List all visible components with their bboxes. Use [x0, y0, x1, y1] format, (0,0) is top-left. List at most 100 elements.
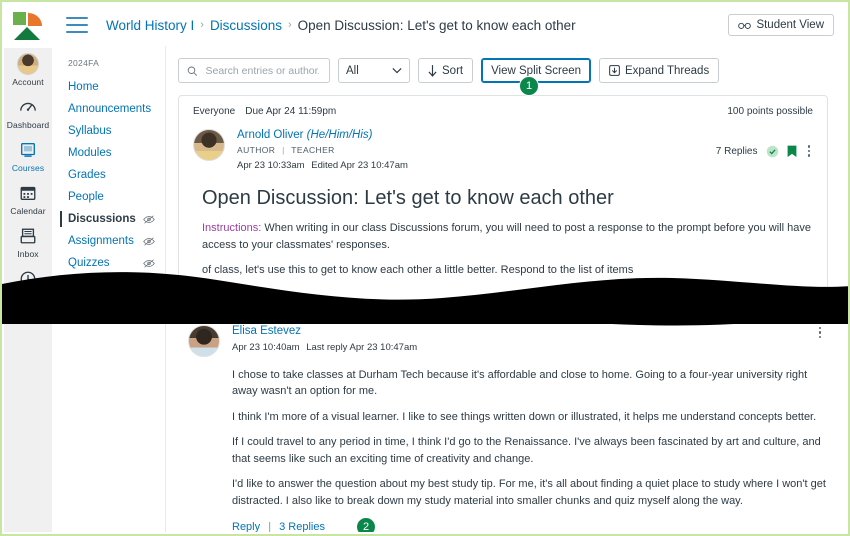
course-term: 2024FA	[68, 58, 100, 68]
posted-date: Apr 23 10:33am	[237, 160, 305, 171]
instructions-label: Instructions:	[202, 222, 262, 234]
sort-label: Sort	[442, 64, 464, 77]
avatar-icon	[17, 53, 39, 75]
due-date: Due Apr 24 11:59pm	[245, 106, 337, 117]
discussion-card: Everyone Due Apr 24 11:59pm 100 points p…	[178, 95, 828, 303]
reply-post: Elisa Estevez Apr 23 10:40am Last reply …	[188, 324, 828, 532]
check-circle-icon[interactable]	[766, 145, 779, 158]
replies-link[interactable]: 3 Replies	[279, 521, 325, 532]
gnav-item-dashboard[interactable]: Dashboard	[4, 91, 52, 134]
gnav-label-dashboard: Dashboard	[6, 120, 50, 130]
chevron-down-icon	[392, 68, 402, 74]
canvas-logo-icon	[13, 12, 42, 40]
reply-footer: Reply | 3 Replies 2	[232, 517, 828, 532]
reply-paragraph: I chose to take classes at Durham Tech b…	[232, 368, 808, 398]
breadcrumb-discussions[interactable]: Discussions	[210, 18, 282, 33]
gnav-item-account[interactable]: Account	[4, 48, 52, 91]
sidebar-item-home[interactable]: Home	[52, 76, 165, 98]
filter-value: All	[346, 64, 359, 77]
breadcrumb-current: Open Discussion: Let's get to know each …	[297, 17, 576, 33]
post-actions: 7 Replies	[716, 129, 813, 171]
gnav-label-calendar: Calendar	[10, 206, 46, 216]
sidebar-item-modules[interactable]: Modules	[52, 142, 165, 164]
gnav-label-account: Account	[12, 77, 44, 87]
sidebar-label-syllabus: Syllabus	[68, 125, 112, 137]
instructions-paragraph: Instructions: When writing in our class …	[202, 220, 813, 253]
sidebar-item-announcements[interactable]: Announcements	[52, 98, 165, 120]
gnav-item-history[interactable]: History	[4, 263, 52, 306]
annotation-badge-1: 1	[519, 76, 540, 96]
role-author: AUTHOR	[237, 145, 276, 155]
reply-separator: |	[268, 521, 272, 532]
discussion-body: Instructions: When writing in our class …	[202, 220, 813, 279]
replies-count: 7 Replies	[715, 145, 758, 157]
sidebar-label-quizzes: Quizzes	[68, 257, 110, 269]
gnav-label-courses: Courses	[11, 163, 45, 173]
bookmark-icon[interactable]	[787, 145, 797, 158]
sidebar-label-discussions: Discussions	[68, 213, 136, 225]
sidebar-item-grades[interactable]: Grades	[52, 164, 165, 186]
avatar	[193, 129, 225, 161]
breadcrumb: World History I › Discussions › Open Dis…	[106, 18, 576, 33]
view-split-screen-label: View Split Screen	[491, 64, 582, 77]
gnav-label-inbox: Inbox	[17, 249, 39, 259]
reply-author-name[interactable]: Elisa Estevez	[232, 325, 816, 337]
author-pronouns: (He/Him/His)	[306, 129, 373, 141]
hidden-eye-icon	[143, 214, 155, 224]
arrow-down-icon	[428, 64, 437, 77]
sidebar-label-grades: Grades	[68, 169, 106, 181]
course-navigation: 2024FA Home Announcements Syllabus Modul…	[52, 46, 166, 532]
sidebar-item-syllabus[interactable]: Syllabus	[52, 120, 165, 142]
sidebar-label-people: People	[68, 191, 104, 203]
search-input[interactable]	[203, 63, 321, 78]
reply-body: I chose to take classes at Durham Tech b…	[232, 367, 828, 510]
canvas-logo[interactable]	[4, 4, 52, 48]
sidebar-label-modules: Modules	[68, 147, 112, 159]
expand-icon	[609, 65, 620, 76]
post-header: Arnold Oliver (He/Him/His) AUTHOR | TEAC…	[193, 129, 813, 171]
breadcrumb-separator-2: ›	[287, 19, 292, 31]
glasses-icon	[738, 22, 752, 29]
sidebar-item-people[interactable]: People	[52, 186, 165, 208]
sidebar-item-discussions[interactable]: Discussions	[52, 208, 165, 230]
global-navigation: Account Dashboard Courses Calendar Inbox	[4, 4, 52, 532]
reply-paragraph: I'd like to answer the question about my…	[232, 478, 826, 507]
avatar	[188, 324, 220, 357]
assigned-to: Everyone	[193, 106, 236, 117]
reply-paragraph: If I could travel to any period in time,…	[232, 436, 821, 465]
sidebar-item-assignments[interactable]: Assignments	[52, 230, 165, 252]
hamburger-icon[interactable]	[66, 17, 88, 33]
reply-paragraph: I think I'm more of a visual learner. I …	[232, 410, 817, 423]
sidebar-item-quizzes[interactable]: Quizzes	[52, 252, 165, 274]
gnav-label-history: History	[14, 292, 42, 302]
instructions-text: When writing in our class Discussions fo…	[202, 222, 811, 251]
gnav-item-calendar[interactable]: Calendar	[4, 177, 52, 220]
main-content: All Sort View Split Screen 1 Expand Thre…	[166, 46, 846, 532]
gnav-item-courses[interactable]: Courses	[4, 134, 52, 177]
points-possible: 100 points possible	[727, 106, 813, 117]
search-field[interactable]	[178, 58, 330, 83]
student-view-button[interactable]: Student View	[728, 14, 834, 36]
breadcrumb-separator: ›	[200, 19, 204, 31]
sort-button[interactable]: Sort	[418, 58, 474, 83]
reply-button[interactable]: Reply	[232, 521, 260, 532]
post-timestamps: Apr 23 10:33am Edited Apr 23 10:47am	[237, 160, 716, 171]
app-window: Account Dashboard Courses Calendar Inbox	[0, 0, 850, 536]
annotation-badge-2: 2	[356, 517, 376, 532]
kebab-menu-icon[interactable]	[805, 143, 814, 159]
author-name[interactable]: Arnold Oliver (He/Him/His)	[237, 129, 716, 141]
reply-last-reply: Last reply Apr 23 10:47am	[306, 341, 418, 353]
inbox-icon	[17, 225, 39, 247]
search-icon	[187, 65, 198, 76]
gnav-item-inbox[interactable]: Inbox	[4, 220, 52, 263]
dashboard-icon	[17, 96, 39, 118]
sidebar-label-announcements: Announcements	[68, 103, 152, 115]
courses-icon	[17, 139, 39, 161]
topbar: World History I › Discussions › Open Dis…	[52, 4, 846, 46]
kebab-menu-icon[interactable]	[816, 325, 825, 341]
breadcrumb-course[interactable]: World History I	[106, 18, 194, 33]
assignment-meta: Everyone Due Apr 24 11:59pm 100 points p…	[193, 106, 813, 117]
filter-select[interactable]: All	[338, 58, 410, 83]
expand-threads-button[interactable]: Expand Threads	[599, 58, 720, 83]
edited-date: Edited Apr 23 10:47am	[311, 160, 408, 171]
